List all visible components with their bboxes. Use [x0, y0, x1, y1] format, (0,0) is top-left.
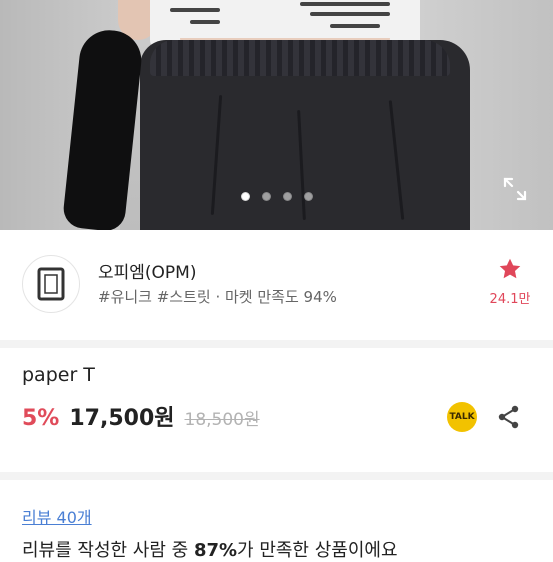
product-info: paper T 5% 17,500원 18,500원 TALK	[0, 352, 553, 472]
product-title: paper T	[22, 364, 95, 386]
expand-icon[interactable]	[502, 176, 528, 202]
review-summary-suffix: 가 만족한 상품이에요	[237, 540, 398, 561]
shop-info[interactable]: 오피엠(OPM) #유니크 #스트릿 · 마켓 만족도 94% 24.1만	[0, 230, 553, 340]
review-section: 리뷰 40개 리뷰를 작성한 사람 중 87%가 만족한 상품이에요	[0, 490, 553, 561]
review-summary: 리뷰를 작성한 사람 중 87%가 만족한 상품이에요	[22, 536, 398, 562]
sale-price: 17,500원	[69, 406, 175, 431]
favorite-button[interactable]: 24.1만	[486, 256, 534, 307]
carousel-dot[interactable]	[303, 192, 313, 201]
carousel-indicator	[0, 192, 553, 201]
section-divider	[0, 340, 553, 348]
share-icon[interactable]	[496, 404, 522, 430]
shop-name[interactable]: 오피엠(OPM)	[98, 258, 196, 283]
star-icon	[499, 258, 521, 279]
price-row: 5% 17,500원 18,500원	[22, 400, 260, 432]
favorite-count: 24.1만	[489, 292, 531, 307]
original-price: 18,500원	[184, 410, 260, 430]
carousel-dot[interactable]	[240, 192, 250, 201]
photo-waistband	[150, 40, 450, 76]
section-divider	[0, 472, 553, 480]
shop-logo[interactable]	[22, 255, 80, 313]
discount-rate: 5%	[22, 406, 60, 431]
talk-label: TALK	[449, 412, 475, 422]
shop-tags: #유니크 #스트릿 · 마켓 만족도 94%	[98, 288, 337, 306]
carousel-dot[interactable]	[282, 192, 292, 201]
talk-button[interactable]: TALK	[447, 402, 477, 432]
review-count-link[interactable]: 리뷰 40개	[22, 504, 92, 528]
review-summary-prefix: 리뷰를 작성한 사람 중	[22, 540, 194, 561]
review-satisfaction-percent: 87%	[193, 540, 238, 561]
carousel-dot[interactable]	[261, 192, 271, 201]
